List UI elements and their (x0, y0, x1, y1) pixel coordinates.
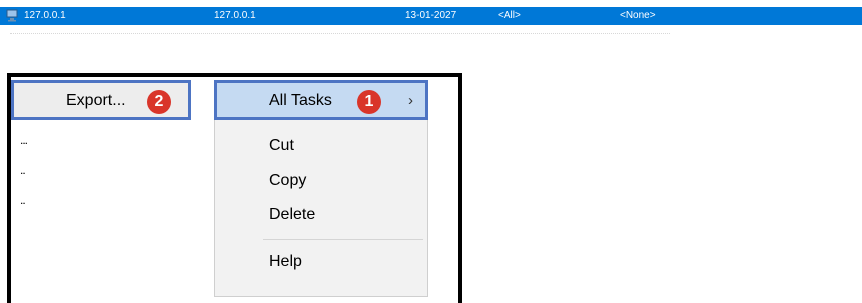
step-badge-1: 1 (357, 90, 381, 114)
export-label: Export... (66, 92, 126, 109)
row-scope: <All> (498, 10, 521, 21)
menu-item-help[interactable]: Help (269, 253, 302, 271)
chevron-right-icon: › (408, 92, 413, 109)
row-name: 127.0.0.1 (24, 10, 66, 21)
computer-icon (6, 9, 18, 22)
step-badge-2: 2 (147, 90, 171, 114)
row-extra: <None> (620, 10, 656, 21)
all-tasks-label: All Tasks (269, 92, 332, 109)
row-divider (10, 33, 670, 34)
menu-separator (263, 239, 423, 240)
menu-item-copy[interactable]: Copy (269, 172, 306, 190)
submenu-item-export[interactable]: Export... 2 (11, 80, 191, 120)
truncated-text: .. (20, 193, 26, 207)
menu-item-delete[interactable]: Delete (269, 206, 315, 224)
menu-item-all-tasks[interactable]: All Tasks 1 › (214, 80, 428, 120)
menu-item-cut[interactable]: Cut (269, 137, 294, 155)
truncated-text: ... (20, 133, 28, 147)
selected-list-row[interactable]: 127.0.0.1 127.0.0.1 13-01-2027 <All> <No… (0, 7, 862, 25)
truncated-text: .. (20, 163, 26, 177)
row-address: 127.0.0.1 (214, 10, 256, 21)
row-date: 13-01-2027 (405, 10, 457, 21)
